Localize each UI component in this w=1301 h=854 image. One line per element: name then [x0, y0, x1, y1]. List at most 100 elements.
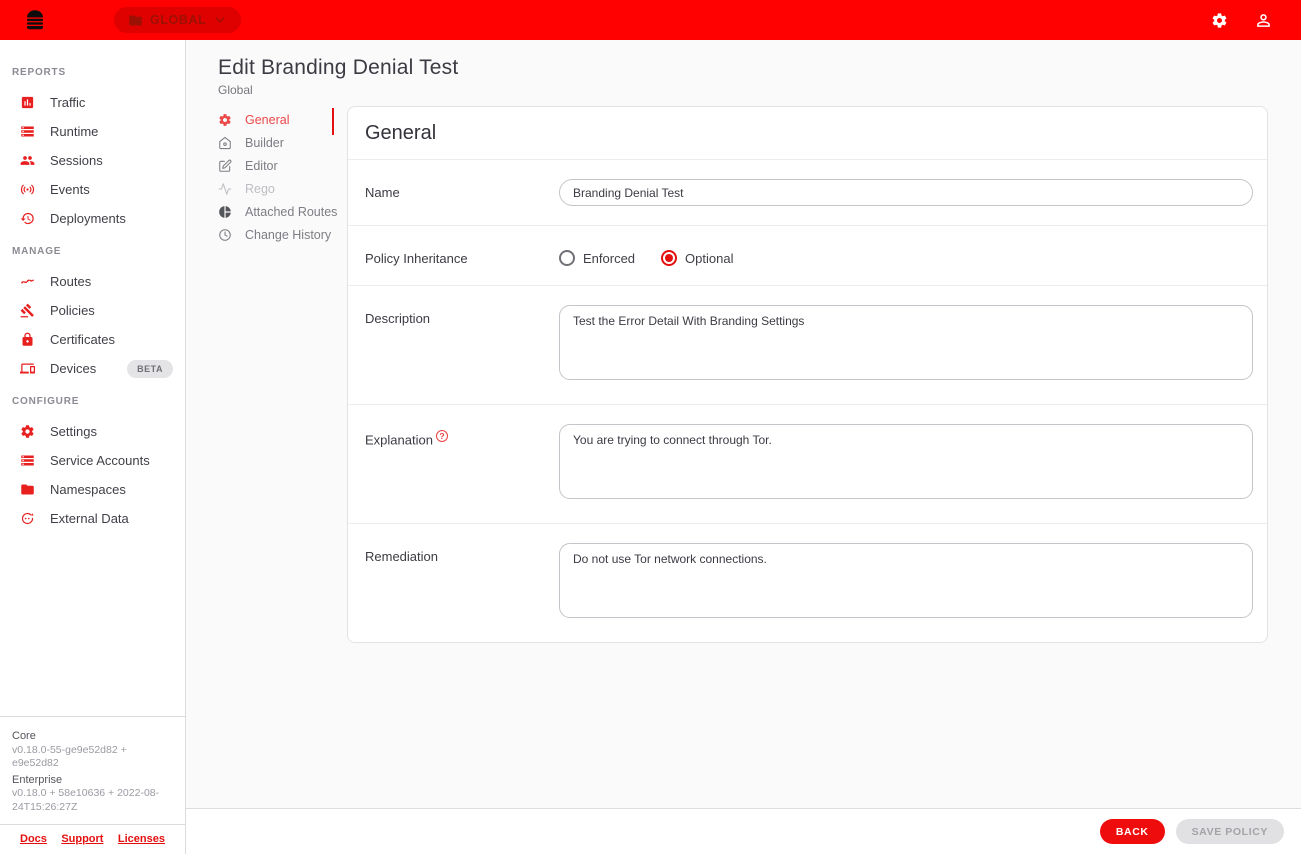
app-window: GLOBAL REPORTS: [0, 0, 1301, 854]
runtime-storage-icon: [20, 124, 35, 139]
change-history-clock-icon: [218, 228, 232, 242]
policy-inheritance-radio-group: Enforced Optional: [559, 245, 1253, 266]
sidebar-item-deployments[interactable]: Deployments: [0, 204, 185, 233]
sidebar-item-label: Routes: [50, 274, 91, 289]
main-area: Edit Branding Denial Test Global General…: [186, 40, 1301, 854]
devices-icon: [20, 361, 35, 376]
deployments-history-icon: [20, 211, 35, 226]
external-data-sync-icon: [20, 511, 35, 526]
name-input[interactable]: [559, 179, 1253, 206]
routes-path-icon: [20, 274, 35, 289]
name-field-label: Name: [365, 179, 559, 206]
namespaces-folder-icon: [20, 482, 35, 497]
sidebar-item-external-data[interactable]: External Data: [0, 504, 185, 533]
sidebar-item-label: Traffic: [50, 95, 85, 110]
subnav-item-attached-routes[interactable]: Attached Routes: [218, 200, 347, 223]
sidebar-section-configure: CONFIGURE: [0, 396, 185, 407]
card-title: General: [348, 107, 1267, 160]
subnav-item-label: General: [245, 113, 289, 127]
sidebar-item-service-accounts[interactable]: Service Accounts: [0, 446, 185, 475]
events-broadcast-icon: [20, 182, 35, 197]
sidebar-item-runtime[interactable]: Runtime: [0, 117, 185, 146]
sidebar-nav: REPORTS Traffic Runtime Sessions: [0, 40, 185, 716]
subnav-item-label: Rego: [245, 182, 275, 196]
namespace-selector[interactable]: GLOBAL: [114, 7, 241, 33]
subnav-item-rego[interactable]: Rego: [218, 177, 347, 200]
subnav-item-label: Change History: [245, 228, 331, 242]
name-field-row: Name: [348, 160, 1267, 225]
support-link[interactable]: Support: [61, 833, 103, 845]
rego-activity-icon: [218, 182, 232, 196]
attached-routes-pie-icon: [218, 205, 232, 219]
remediation-field-label: Remediation: [365, 543, 559, 623]
radio-unchecked-icon: [559, 250, 575, 266]
sidebar-item-settings[interactable]: Settings: [0, 417, 185, 446]
sidebar-item-sessions[interactable]: Sessions: [0, 146, 185, 175]
sidebar-item-label: Runtime: [50, 124, 98, 139]
help-question-icon[interactable]: ?: [436, 430, 448, 442]
sidebar-item-namespaces[interactable]: Namespaces: [0, 475, 185, 504]
sidebar-item-label: Policies: [50, 303, 95, 318]
optional-radio[interactable]: Optional: [661, 250, 733, 266]
settings-gear-icon: [20, 424, 35, 439]
enforced-radio-label: Enforced: [583, 251, 635, 266]
subnav-item-label: Builder: [245, 136, 284, 150]
explanation-textarea[interactable]: You are trying to connect through Tor.: [559, 424, 1253, 499]
remediation-textarea[interactable]: Do not use Tor network connections.: [559, 543, 1253, 618]
back-button[interactable]: BACK: [1100, 819, 1165, 844]
subnav-item-general[interactable]: General: [218, 108, 347, 131]
save-policy-button[interactable]: SAVE POLICY: [1176, 819, 1284, 844]
sidebar-item-traffic[interactable]: Traffic: [0, 88, 185, 117]
certificates-lock-icon: [20, 332, 35, 347]
enterprise-version-label: Enterprise: [12, 774, 173, 788]
page-title: Edit Branding Denial Test: [218, 56, 1268, 80]
service-accounts-icon: [20, 453, 35, 468]
top-bar: GLOBAL: [0, 0, 1301, 40]
general-settings-card: General Name Policy Inheritance: [347, 106, 1268, 643]
editor-edit-icon: [218, 159, 232, 173]
explanation-field-label: Explanation: [365, 432, 433, 447]
sidebar-item-label: Events: [50, 182, 90, 197]
sessions-people-icon: [20, 153, 35, 168]
policy-inheritance-row: Policy Inheritance Enforced O: [348, 225, 1267, 285]
sidebar-item-label: Sessions: [50, 153, 103, 168]
top-bar-actions: [1211, 11, 1285, 30]
active-tab-indicator: [332, 108, 335, 135]
sidebar-item-label: External Data: [50, 511, 129, 526]
action-footer: BACK SAVE POLICY: [186, 808, 1301, 854]
sidebar-item-label: Service Accounts: [50, 453, 150, 468]
sidebar: REPORTS Traffic Runtime Sessions: [0, 40, 186, 854]
subnav-item-editor[interactable]: Editor: [218, 154, 347, 177]
docs-link[interactable]: Docs: [20, 833, 47, 845]
radio-checked-icon: [661, 250, 677, 266]
sidebar-item-events[interactable]: Events: [0, 175, 185, 204]
sidebar-section-reports: REPORTS: [0, 67, 185, 78]
folder-icon: [128, 13, 143, 28]
policies-gavel-icon: [20, 303, 35, 318]
builder-home-icon: [218, 136, 232, 150]
sidebar-item-routes[interactable]: Routes: [0, 267, 185, 296]
enforced-radio[interactable]: Enforced: [559, 250, 635, 266]
user-account-icon[interactable]: [1254, 11, 1273, 30]
sidebar-item-certificates[interactable]: Certificates: [0, 325, 185, 354]
remediation-field-row: Remediation Do not use Tor network conne…: [348, 523, 1267, 642]
sidebar-item-policies[interactable]: Policies: [0, 296, 185, 325]
sidebar-item-label: Namespaces: [50, 482, 126, 497]
general-gear-icon: [218, 113, 232, 127]
sidebar-item-label: Certificates: [50, 332, 115, 347]
brand-logo-icon[interactable]: [22, 7, 48, 33]
optional-radio-label: Optional: [685, 251, 733, 266]
subnav-item-change-history[interactable]: Change History: [218, 223, 347, 246]
settings-gear-icon[interactable]: [1211, 12, 1228, 29]
traffic-chart-icon: [20, 95, 35, 110]
policy-inheritance-label: Policy Inheritance: [365, 245, 559, 266]
description-textarea[interactable]: Test the Error Detail With Branding Sett…: [559, 305, 1253, 380]
sidebar-item-label: Devices: [50, 361, 96, 376]
subnav-item-builder[interactable]: Builder: [218, 131, 347, 154]
licenses-link[interactable]: Licenses: [118, 833, 165, 845]
page-subtitle: Global: [218, 83, 1268, 97]
namespace-selector-label: GLOBAL: [150, 13, 206, 27]
sidebar-item-devices[interactable]: Devices BETA: [0, 354, 185, 383]
core-version-value: v0.18.0-55-ge9e52d82 + e9e52d82: [12, 744, 173, 771]
sidebar-footer-links: Docs Support Licenses: [0, 824, 185, 854]
